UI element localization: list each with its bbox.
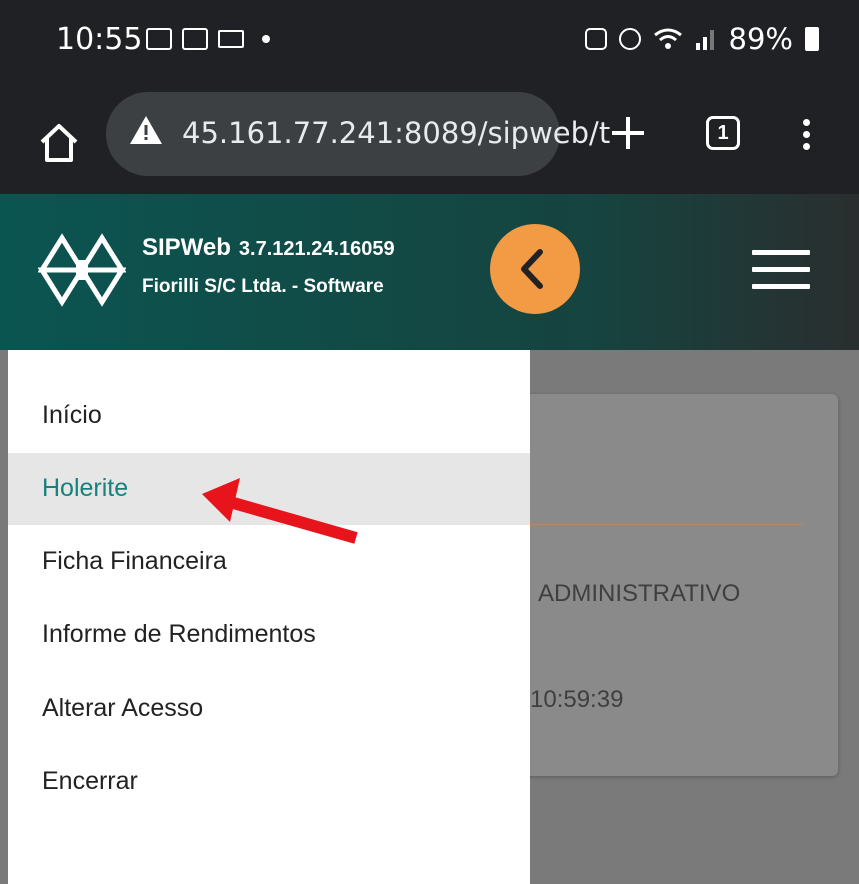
signal-icon	[695, 30, 714, 50]
info-card: ADMINISTRATIVO 10:59:39	[500, 394, 838, 776]
image-icon	[146, 28, 172, 50]
browser-toolbar: 45.161.77.241:8089/sipweb/t 1	[0, 92, 859, 194]
battery-icon	[805, 27, 819, 51]
plus-icon	[612, 117, 644, 149]
alarm-icon	[618, 28, 641, 50]
chevron-left-icon	[521, 249, 543, 289]
menu-item-alterar-acesso[interactable]: Alterar Acesso	[8, 673, 530, 745]
system-icons: 89%	[584, 22, 819, 56]
address-bar[interactable]: 45.161.77.241:8089/sipweb/t	[106, 92, 610, 176]
warning-icon[interactable]	[128, 114, 164, 146]
red-arrow-annotation	[202, 478, 358, 544]
menu-item-label: Alterar Acesso	[42, 694, 204, 722]
app-title: SIPWeb 3.7.121.24.16059	[142, 234, 395, 262]
voicemail-icon	[182, 28, 208, 50]
notification-icons	[146, 28, 270, 50]
battery-percent: 89%	[728, 22, 793, 56]
company-name: Fiorilli S/C Ltda. - Software	[142, 276, 384, 297]
status-bar: 10:55 89%	[0, 0, 859, 92]
app-header: SIPWeb 3.7.121.24.16059 Fiorilli S/C Ltda…	[0, 194, 859, 350]
hamburger-menu-icon[interactable]	[752, 250, 810, 294]
sidebar-menu: Início Holerite Ficha Financeira Informe…	[8, 350, 530, 884]
app-name: SIPWeb	[142, 234, 231, 261]
home-icon[interactable]	[34, 118, 84, 168]
menu-item-encerrar[interactable]: Encerrar	[8, 746, 530, 818]
tabs-icon[interactable]: 1	[706, 116, 740, 150]
wifi-icon	[653, 28, 682, 49]
laptop-icon	[218, 30, 244, 48]
menu-item-label: Holerite	[42, 474, 129, 502]
collapse-sidebar-button[interactable]	[490, 224, 580, 314]
app-version: 3.7.121.24.16059	[238, 238, 395, 260]
menu-item-informe-rendimentos[interactable]: Informe de Rendimentos	[8, 599, 530, 671]
card-time: 10:59:39	[530, 686, 624, 713]
card-label: ADMINISTRATIVO	[538, 580, 741, 607]
menu-item-label: Encerrar	[42, 767, 138, 795]
menu-item-inicio[interactable]: Início	[8, 380, 530, 452]
sync-icon	[584, 28, 607, 50]
more-vert-icon[interactable]	[796, 114, 816, 158]
url-text: 45.161.77.241:8089/sipweb/t	[182, 116, 611, 150]
fiorilli-logo	[38, 233, 126, 307]
menu-item-label: Início	[42, 401, 102, 429]
more-notifications-dot	[262, 35, 270, 43]
new-tab-button[interactable]	[604, 106, 652, 160]
status-time: 10:55	[56, 22, 143, 57]
card-divider	[520, 524, 804, 525]
menu-item-label: Informe de Rendimentos	[42, 620, 316, 648]
